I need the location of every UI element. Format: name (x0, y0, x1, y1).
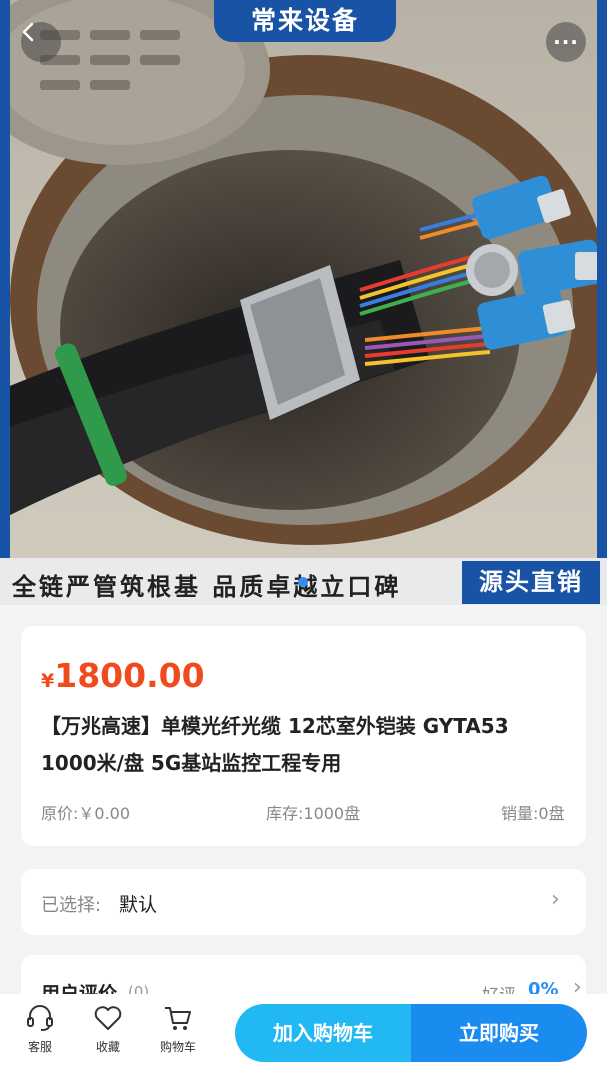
cable-manhole-photo (0, 0, 607, 605)
brand-banner: 常来设备 (214, 0, 396, 42)
currency-symbol: ¥ (41, 670, 55, 692)
headset-icon (27, 1005, 53, 1031)
cart-nav-label: 购物车 (159, 1040, 196, 1054)
add-to-cart-button[interactable]: 加入购物车 (235, 1004, 411, 1062)
selection-label: 已选择: (41, 895, 102, 916)
bottom-safe-area (0, 1073, 607, 1080)
product-hero-image: 常来设备 ··· 全链严管筑根基 品质卓越立口碑 源头直销 (0, 0, 607, 605)
price-value: 1800.00 (54, 656, 205, 695)
carousel-indicator-dot[interactable] (298, 577, 308, 587)
product-price: ¥1800.00 (41, 656, 205, 695)
more-button[interactable]: ··· (546, 22, 586, 62)
chevron-left-icon (22, 22, 34, 42)
hero-slogan: 全链严管筑根基 品质卓越立口碑 (12, 573, 402, 601)
cart-icon (165, 1007, 191, 1030)
customer-service-label: 客服 (27, 1040, 52, 1054)
product-title: 【万兆高速】单模光纤光缆 12芯室外铠装 GYTA53 1000米/盘 5G基站… (41, 714, 509, 775)
sales-count: 销量:0盘 (501, 804, 565, 823)
back-button[interactable] (21, 22, 61, 62)
favorite-button[interactable]: 收藏 (78, 1004, 138, 1055)
selection-value: 默认 (119, 894, 158, 916)
chevron-right-icon: › (551, 887, 560, 912)
original-price: 原价:￥0.00 (41, 804, 131, 823)
product-info-card: ¥1800.00 【万兆高速】单模光纤光缆 12芯室外铠装 GYTA53 100… (21, 626, 586, 846)
cart-nav-button[interactable]: 购物车 (148, 1004, 208, 1055)
favorite-label: 收藏 (95, 1040, 120, 1054)
hero-frame-right (597, 0, 607, 605)
source-direct-tag: 源头直销 (462, 561, 600, 604)
hero-frame-left (0, 0, 10, 605)
more-icon: ··· (553, 30, 579, 54)
heart-icon (94, 1006, 122, 1030)
buy-now-button[interactable]: 立即购买 (411, 1004, 587, 1062)
customer-service-button[interactable]: 客服 (10, 1004, 70, 1055)
bottom-action-bar: 客服 收藏 购物车 加入购物车 立即购买 (0, 994, 607, 1080)
stock-count: 库存:1000盘 (266, 804, 361, 823)
spec-selector[interactable]: 已选择: 默认 › (21, 869, 586, 935)
